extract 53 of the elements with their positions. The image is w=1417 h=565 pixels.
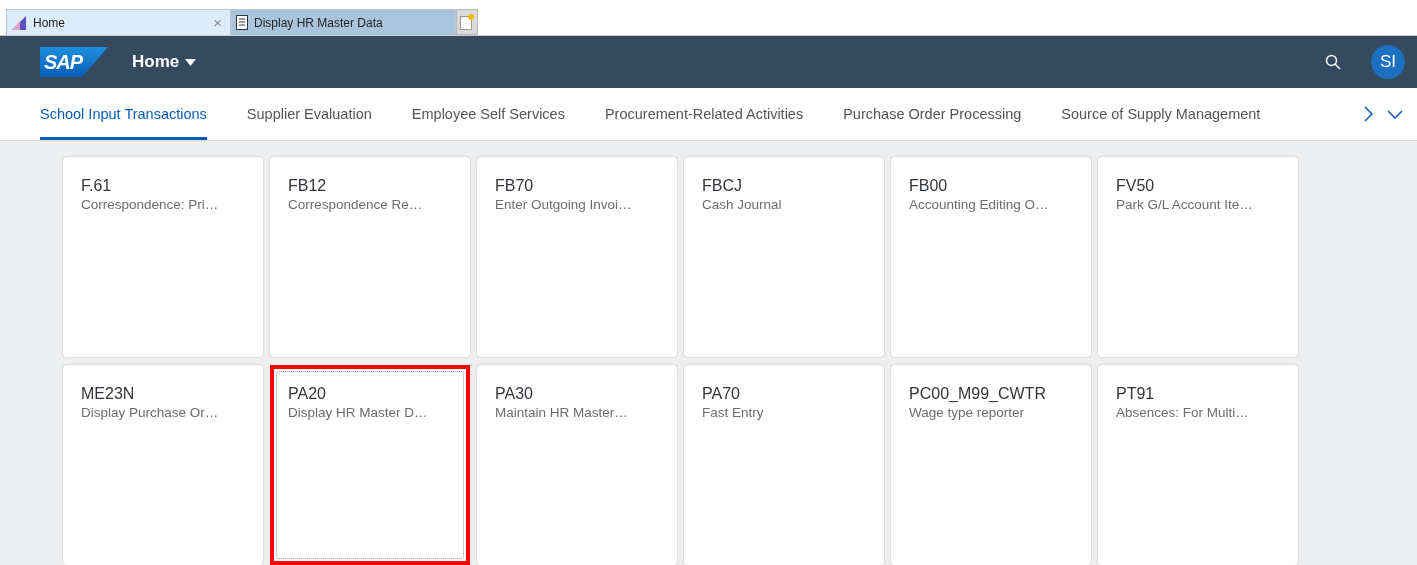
- tile-title: PT91: [1116, 385, 1156, 403]
- home-menu-button[interactable]: Home: [132, 52, 197, 72]
- tile-subtitle: Accounting Editing O…: [909, 197, 1050, 212]
- app-tile[interactable]: FB00 Accounting Editing O…: [891, 157, 1091, 357]
- tile-title: PA70: [702, 385, 741, 403]
- chevron-down-icon[interactable]: [1387, 109, 1403, 119]
- group-tab[interactable]: Procurement-Related Activities: [604, 88, 804, 140]
- user-avatar[interactable]: SI: [1371, 45, 1405, 79]
- browser-tab[interactable]: Home ×: [6, 9, 231, 35]
- group-tab[interactable]: Purchase Order Processing: [843, 88, 1022, 140]
- tile-title: PC00_M99_CWTR: [909, 385, 1047, 403]
- group-tab[interactable]: Source of Supply Management: [1061, 88, 1261, 140]
- app-tile[interactable]: FBCJ Cash Journal: [684, 157, 884, 357]
- tile-title: FV50: [1116, 177, 1156, 195]
- app-tile[interactable]: PA20 Display HR Master D…: [270, 365, 470, 565]
- app-icon: [11, 14, 27, 31]
- tile-title: FB00: [909, 177, 949, 195]
- app-tile[interactable]: F.61 Correspondence: Pri…: [63, 157, 263, 357]
- app-tile[interactable]: FB70 Enter Outgoing Invoi…: [477, 157, 677, 357]
- tile-subtitle: Correspondence Re…: [288, 197, 424, 212]
- app-tile[interactable]: PA70 Fast Entry: [684, 365, 884, 565]
- tile-title: PA30: [495, 385, 534, 403]
- group-tab[interactable]: Supplier Evaluation: [246, 88, 372, 140]
- tile-subtitle: Cash Journal: [702, 197, 783, 212]
- tile-subtitle: Maintain HR Master…: [495, 405, 629, 420]
- app-tile[interactable]: ME23N Display Purchase Or…: [63, 365, 263, 565]
- tile-title: PA20: [288, 385, 327, 403]
- document-icon: [236, 15, 248, 30]
- tile-subtitle: Display Purchase Or…: [81, 405, 220, 420]
- tile-subtitle: Absences: For Multi…: [1116, 405, 1250, 420]
- app-tile[interactable]: FB12 Correspondence Re…: [270, 157, 470, 357]
- tile-subtitle: Park G/L Account Ite…: [1116, 197, 1254, 212]
- group-tab[interactable]: Employee Self Services: [411, 88, 565, 140]
- tile-title: FB70: [495, 177, 535, 195]
- tile-title: ME23N: [81, 385, 136, 403]
- app-tile[interactable]: PA30 Maintain HR Master…: [477, 365, 677, 565]
- tile-subtitle: Wage type reporter: [909, 405, 1026, 420]
- tile-title: FBCJ: [702, 177, 743, 195]
- browser-tab[interactable]: Display HR Master Data: [231, 9, 456, 35]
- tile-subtitle: Display HR Master D…: [288, 405, 429, 420]
- caret-icon: [185, 58, 197, 66]
- app-tile[interactable]: FV50 Park G/L Account Ite…: [1098, 157, 1298, 357]
- new-tab-button[interactable]: [456, 9, 478, 35]
- app-tile[interactable]: PT91 Absences: For Multi…: [1098, 365, 1298, 565]
- sap-logo[interactable]: SAP: [40, 47, 108, 77]
- tile-title: F.61: [81, 177, 113, 195]
- tile-subtitle: Enter Outgoing Invoi…: [495, 197, 633, 212]
- search-icon[interactable]: [1325, 54, 1341, 70]
- tile-title: FB12: [288, 177, 328, 195]
- tile-subtitle: Fast Entry: [702, 405, 765, 420]
- tile-subtitle: Correspondence: Pri…: [81, 197, 220, 212]
- app-tile[interactable]: PC00_M99_CWTR Wage type reporter: [891, 365, 1091, 565]
- chevron-right-icon[interactable]: [1363, 106, 1373, 122]
